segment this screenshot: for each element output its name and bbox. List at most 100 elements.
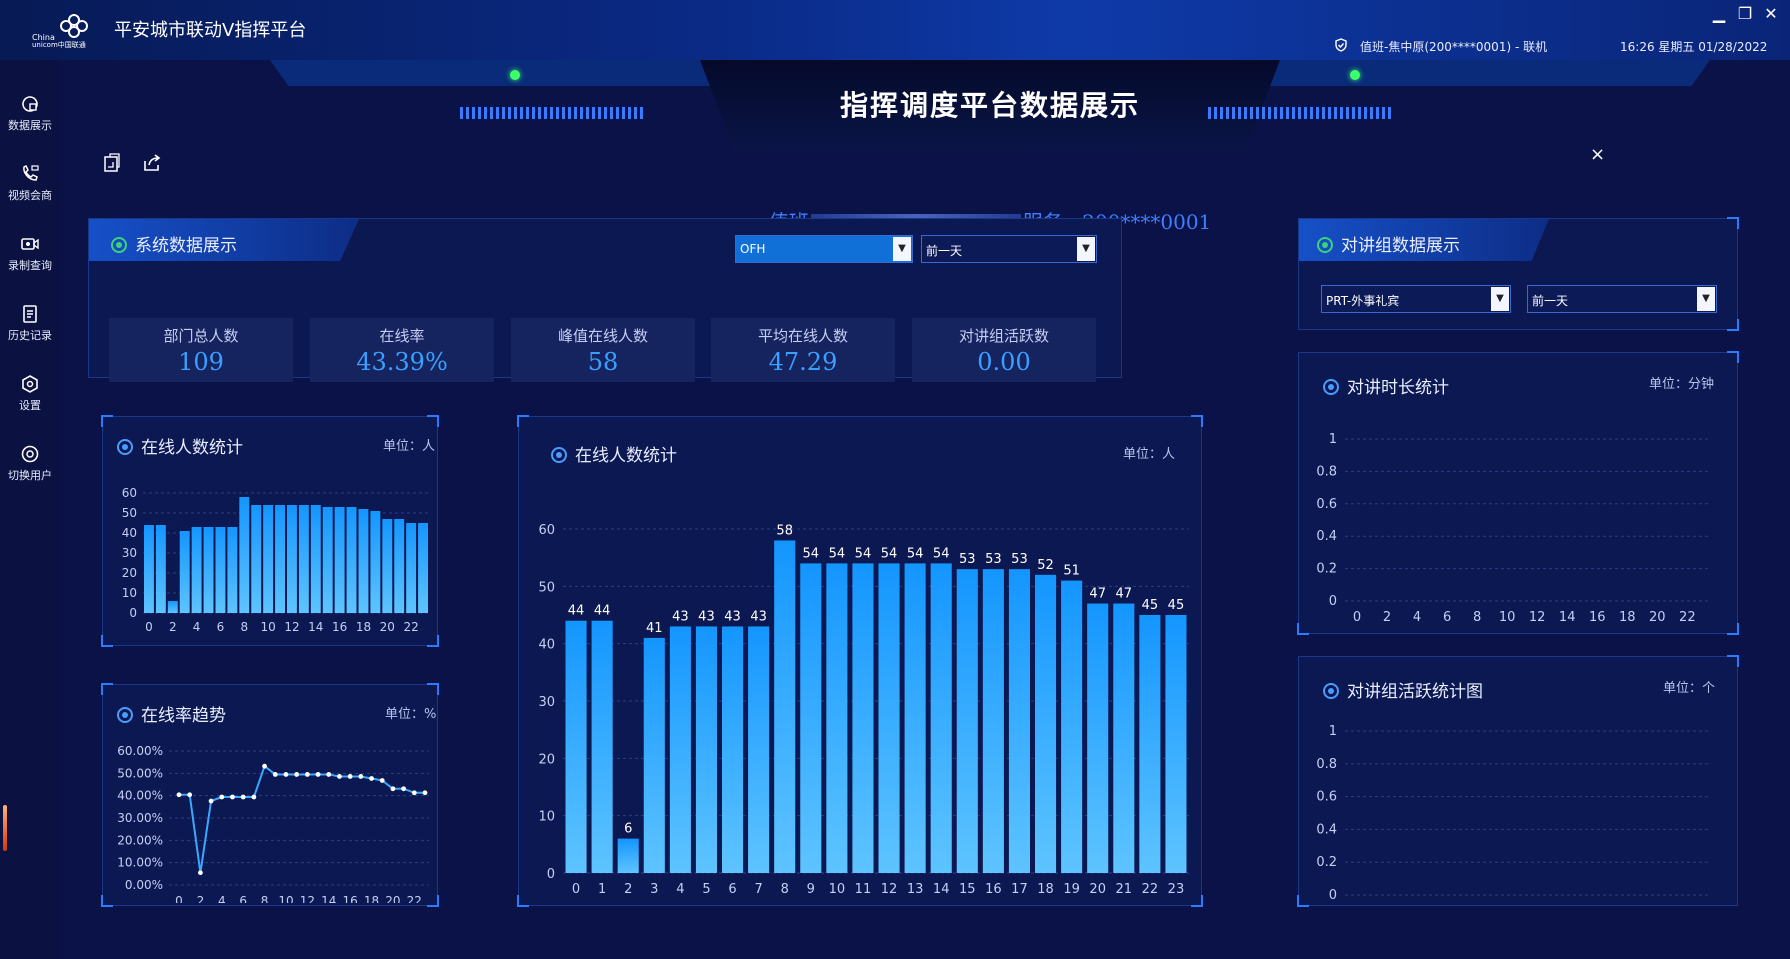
x-tick-label: 0 — [572, 882, 580, 897]
rate-point — [379, 778, 385, 783]
y-tick-label: 0.6 — [1316, 790, 1337, 805]
close-dashboard-button[interactable]: × — [1590, 144, 1605, 165]
x-tick-label: 20 — [1089, 882, 1106, 897]
sidebar-item-settings[interactable]: 设置 — [0, 374, 60, 413]
y-tick-label: 10 — [122, 586, 137, 600]
close-window-button[interactable]: ✕ — [1760, 4, 1782, 23]
sidebar: 数据展示 视频会商 录制查询 历史记录 设置 切换用户 — [0, 60, 60, 959]
panel-title-text: 对讲组活跃统计图 — [1347, 682, 1483, 702]
data-label: 53 — [985, 552, 1002, 567]
bar — [370, 511, 381, 613]
panel-title: 系统数据展示 — [111, 231, 237, 256]
sidebar-item-history[interactable]: 历史记录 — [0, 304, 60, 343]
export-icon[interactable] — [102, 153, 122, 173]
talk-range-select-value: 前一天 — [1532, 294, 1569, 308]
stat-value: 109 — [178, 348, 224, 376]
x-tick-label: 23 — [1168, 882, 1185, 897]
panel-title-text: 对讲时长统计 — [1347, 378, 1449, 398]
target-icon — [117, 439, 133, 455]
panel-title: 对讲组活跃统计图 — [1323, 677, 1483, 702]
datetime: 16:26 星期五 01/28/2022 — [1620, 40, 1768, 54]
x-tick-label: 4 — [218, 894, 226, 903]
talk-range-select[interactable]: 前一天 ▼ — [1527, 285, 1717, 313]
data-label: 58 — [776, 523, 793, 538]
stat-value: 43.39% — [356, 348, 448, 376]
thermometer-icon — [3, 805, 7, 851]
bar — [394, 519, 405, 613]
switch-user-icon — [21, 445, 39, 463]
bar — [406, 523, 417, 613]
data-label: 43 — [750, 609, 767, 624]
x-tick-label: 2 — [624, 882, 632, 897]
x-tick-label: 0 — [1353, 610, 1361, 625]
x-tick-label: 8 — [781, 882, 789, 897]
x-tick-label: 14 — [1559, 610, 1576, 625]
bar — [203, 527, 214, 613]
chevron-down-icon: ▼ — [893, 237, 911, 261]
unit-label: 单位：分钟 — [1649, 377, 1715, 392]
target-icon — [111, 237, 127, 253]
data-label: 54 — [803, 546, 820, 561]
x-tick-label: 21 — [1116, 882, 1133, 897]
x-tick-label: 12 — [881, 882, 898, 897]
rate-point — [369, 776, 374, 781]
rate-point — [337, 774, 342, 779]
x-tick-label: 2 — [1383, 610, 1391, 625]
rate-point — [251, 794, 257, 800]
bar — [1061, 580, 1083, 873]
rate-point — [240, 794, 246, 800]
sidebar-item-video-call[interactable]: 视频会商 — [0, 164, 60, 203]
stat-peak-online: 峰值在线人数 58 — [511, 318, 695, 382]
sidebar-item-label: 视频会商 — [8, 189, 52, 202]
y-tick-label: 0 — [547, 867, 555, 882]
x-tick-label: 4 — [676, 882, 684, 897]
sidebar-item-data-display[interactable]: 数据展示 — [0, 94, 60, 133]
x-tick-label: 6 — [239, 894, 247, 903]
restore-button[interactable]: ❐ — [1734, 4, 1756, 23]
y-tick-label: 0.2 — [1316, 855, 1337, 870]
x-tick-label: 19 — [1063, 882, 1080, 897]
y-tick-label: 20.00% — [117, 833, 163, 847]
y-tick-label: 0.4 — [1316, 822, 1337, 837]
range-select[interactable]: 前一天 ▼ — [921, 235, 1097, 263]
y-tick-label: 40 — [538, 638, 555, 653]
x-tick-label: 2 — [169, 620, 177, 634]
share-icon[interactable] — [142, 153, 162, 173]
rate-point — [230, 794, 235, 800]
x-tick-label: 8 — [240, 620, 248, 634]
minimize-button[interactable]: ▁ — [1708, 4, 1730, 23]
target-icon — [1323, 683, 1339, 699]
stat-online-rate: 在线率 43.39% — [310, 318, 494, 382]
bar — [1165, 615, 1187, 873]
talk-group-select-value: PRT-外事礼宾 — [1326, 294, 1400, 308]
talk-duration-panel: 对讲时长统计 单位：分钟 0 0.2 0.4 0.6 0.8 1 0 2 4 6 8 10 12 14 16… — [1297, 351, 1739, 635]
bar — [1087, 603, 1109, 873]
panel-title-text: 在线人数统计 — [141, 438, 243, 458]
x-tick-label: 10 — [278, 894, 293, 903]
x-tick-label: 12 — [284, 620, 299, 634]
online-count-big-chart: 0102030405060440441624134344354364375885… — [538, 523, 1189, 897]
x-tick-label: 22 — [403, 620, 418, 634]
y-tick-label: 30.00% — [117, 811, 163, 825]
talk-group-select[interactable]: PRT-外事礼宾 ▼ — [1321, 285, 1511, 313]
settings-icon — [22, 375, 38, 393]
bar — [669, 626, 691, 873]
group-select[interactable]: OFH ▼ — [735, 235, 913, 263]
y-tick-label: 0 — [1329, 888, 1337, 903]
sidebar-item-record-query[interactable]: 录制查询 — [0, 234, 60, 273]
sidebar-item-switch-user[interactable]: 切换用户 — [0, 444, 60, 483]
header-wing-right — [1250, 60, 1710, 86]
y-tick-label: 20 — [538, 752, 555, 767]
x-tick-label: 18 — [1037, 882, 1054, 897]
x-tick-label: 0 — [175, 894, 183, 903]
stat-label: 部门总人数 — [163, 327, 239, 345]
rate-point — [315, 772, 321, 777]
bar — [179, 531, 190, 613]
x-tick-label: 14 — [933, 882, 950, 897]
y-tick-label: 20 — [122, 566, 137, 580]
stat-label: 对讲组活跃数 — [958, 327, 1049, 345]
panel-title-text: 对讲组数据展示 — [1341, 236, 1460, 256]
stat-label: 平均在线人数 — [757, 327, 848, 345]
rate-point — [197, 870, 203, 876]
bar — [215, 527, 226, 613]
